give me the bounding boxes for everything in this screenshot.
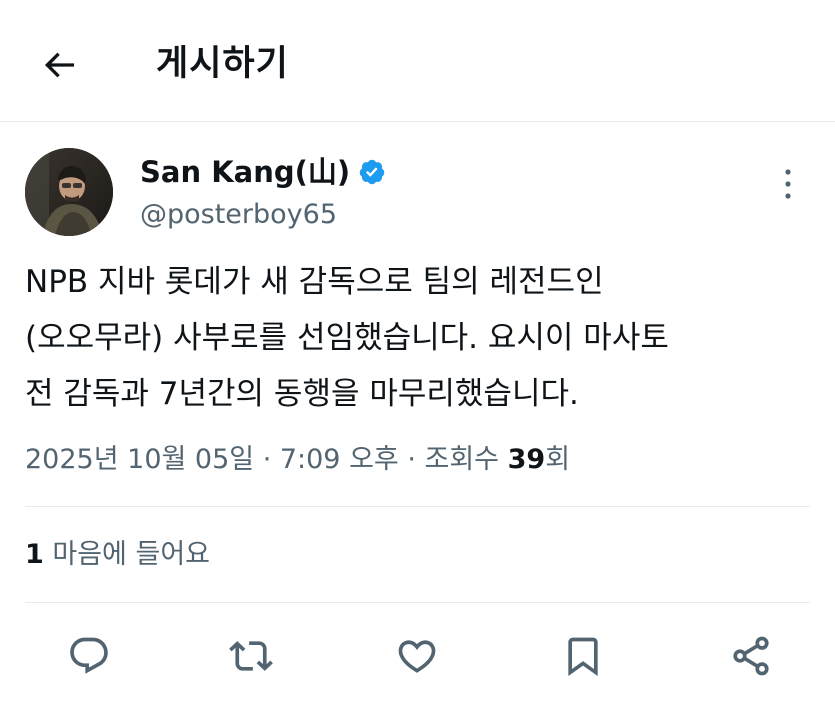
author-handle[interactable]: @posterboy65 — [140, 196, 337, 234]
post-author: San Kang(山) @posterboy65 — [25, 148, 815, 240]
top-bar: 게시하기 — [0, 0, 835, 122]
post-text-line: 전 감독과 7년간의 동행을 마무리했습니다. — [25, 376, 579, 412]
reply-button[interactable] — [61, 628, 117, 684]
post-text: NPB 지바 롯데가 새 감독으로 팀의 레전드인 (오오무라) 사부로를 선임… — [25, 254, 815, 422]
author-name[interactable]: San Kang(山) — [140, 152, 350, 192]
repost-button[interactable] — [223, 628, 279, 684]
verified-badge-icon — [358, 158, 386, 186]
author-name-row[interactable]: San Kang(山) — [140, 152, 386, 192]
arrow-left-icon — [44, 52, 74, 78]
post-text-line: (오오무라) 사부로를 선임했습니다. 요시이 마사토 — [25, 320, 669, 356]
like-icon — [398, 640, 436, 673]
back-button[interactable] — [34, 40, 84, 90]
divider — [25, 506, 810, 507]
post-timestamp[interactable]: 2025년 10월 05일 · 7:09 오후 · 조회수 — [25, 444, 508, 475]
avatar-image — [25, 148, 113, 236]
share-icon — [733, 636, 769, 676]
bookmark-button[interactable] — [555, 628, 611, 684]
likes-count: 1 — [25, 539, 44, 570]
views-suffix: 회 — [545, 444, 571, 475]
post-text-line: NPB 지바 롯데가 새 감독으로 팀의 레전드인 — [25, 264, 604, 300]
views-count[interactable]: 39 — [508, 444, 546, 475]
page-title: 게시하기 — [156, 44, 289, 84]
reply-icon — [70, 637, 108, 674]
post-meta: 2025년 10월 05일 · 7:09 오후 · 조회수 39회 — [25, 440, 570, 480]
divider — [25, 602, 810, 603]
bookmark-icon — [568, 637, 598, 677]
action-bar — [25, 628, 810, 684]
share-button[interactable] — [723, 628, 779, 684]
more-options-button[interactable] — [773, 162, 803, 206]
likes-summary[interactable]: 1 마음에 들어요 — [25, 535, 210, 575]
likes-label: 마음에 들어요 — [43, 539, 211, 570]
like-button[interactable] — [389, 628, 445, 684]
more-vertical-icon — [785, 169, 791, 199]
repost-icon — [229, 641, 273, 671]
avatar[interactable] — [25, 148, 113, 236]
